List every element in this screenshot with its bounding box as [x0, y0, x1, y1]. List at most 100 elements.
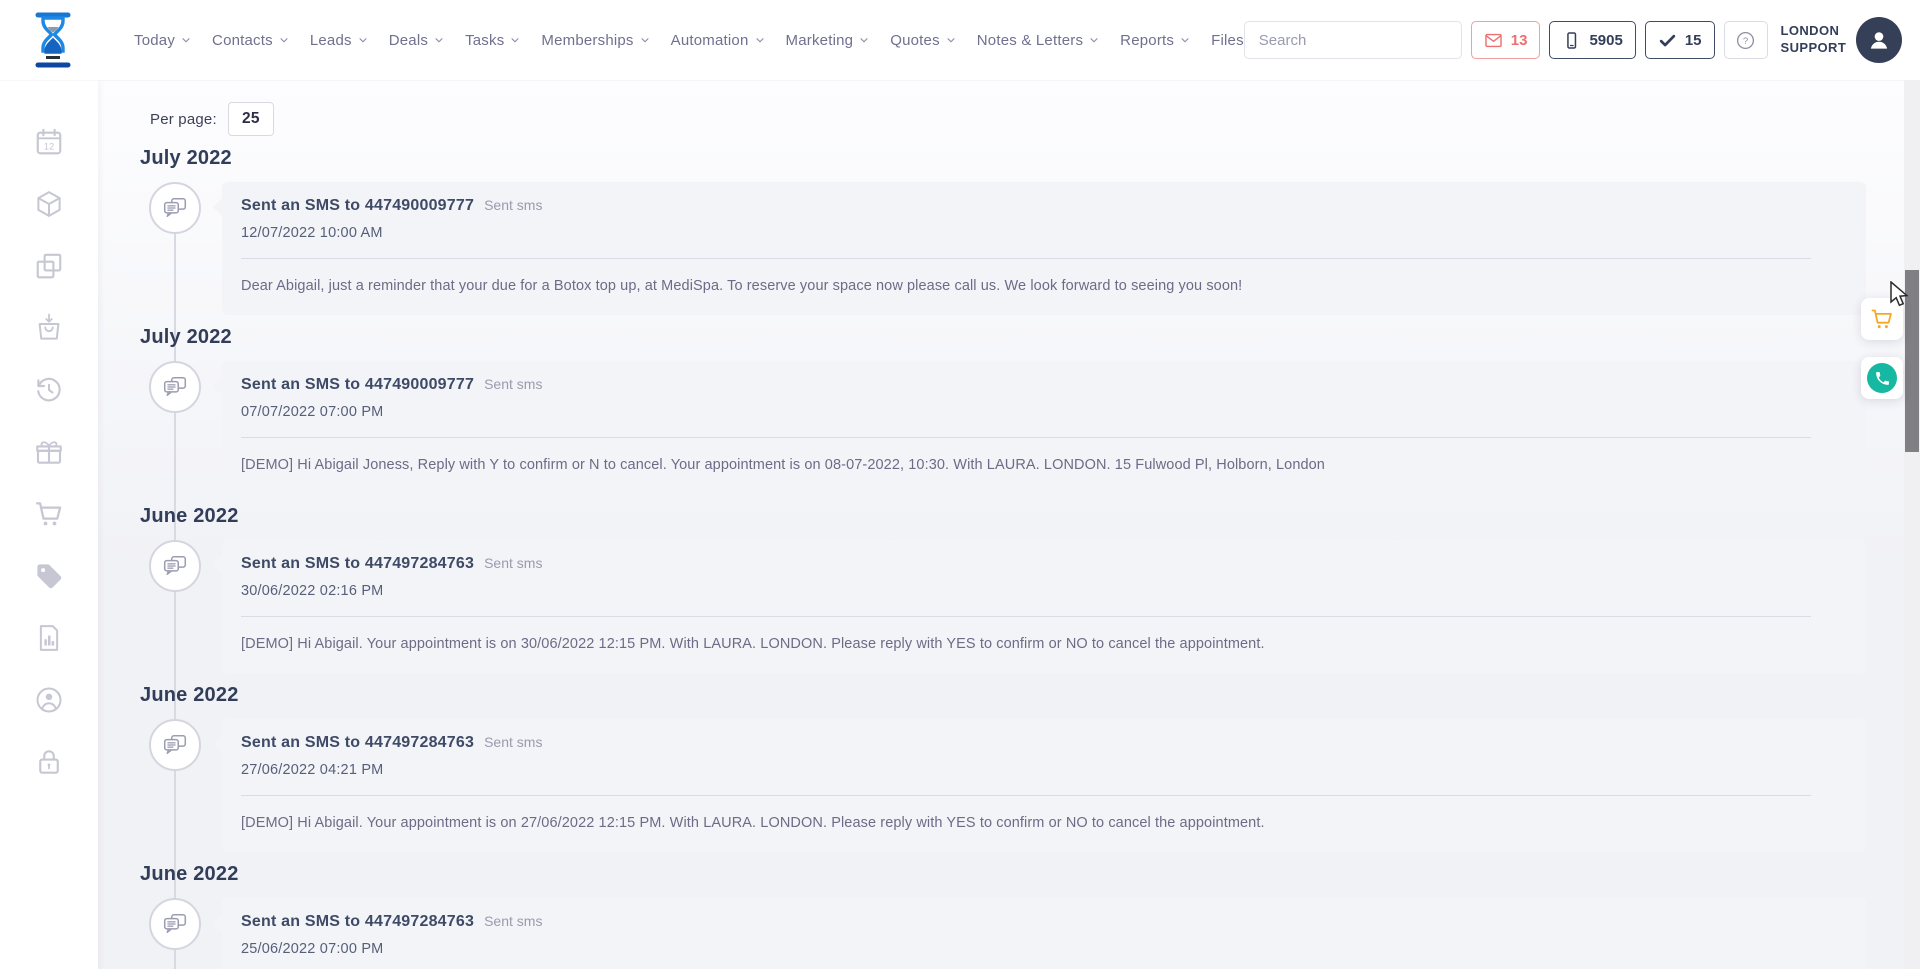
nav-item-label: Tasks	[465, 32, 504, 49]
sidebar-item-report-chart[interactable]	[34, 623, 64, 653]
check-icon	[1658, 31, 1677, 50]
per-page-control: Per page: 25	[150, 102, 1904, 136]
price-tag-icon	[34, 561, 64, 591]
nav-item-files[interactable]: Files	[1211, 32, 1244, 49]
sidebar-item-shopping-bag[interactable]	[34, 313, 64, 343]
nav-item-automation[interactable]: Automation	[671, 32, 766, 49]
search-box	[1244, 21, 1462, 59]
chevron-down-icon	[1088, 34, 1100, 46]
svg-text:12: 12	[44, 142, 54, 152]
month-heading: July 2022	[140, 325, 1904, 349]
nav-item-tasks[interactable]: Tasks	[465, 32, 521, 49]
timeline-group: July 2022 Sent an SMS to 447490009777 Se…	[140, 146, 1904, 315]
chevron-down-icon	[639, 34, 651, 46]
sidebar-item-cart[interactable]	[34, 499, 64, 529]
per-page-select[interactable]: 25	[228, 102, 274, 136]
mail-badge[interactable]: 13	[1471, 21, 1541, 59]
envelope-icon	[1484, 31, 1503, 50]
user-menu[interactable]: LONDON SUPPORT	[1781, 17, 1903, 63]
sidebar-item-history[interactable]	[34, 375, 64, 405]
activity-timeline: July 2022 Sent an SMS to 447490009777 Se…	[140, 146, 1904, 969]
sidebar-item-package-cube[interactable]	[34, 189, 64, 219]
event-title: Sent an SMS to 447497284763	[241, 733, 474, 753]
chevron-down-icon	[278, 34, 290, 46]
question-circle-icon: ?	[1735, 30, 1756, 51]
search-input[interactable]	[1245, 22, 1472, 58]
person-icon	[1866, 27, 1892, 53]
lock-icon	[34, 747, 64, 777]
sidebar-item-gift[interactable]	[34, 437, 64, 467]
sms-event-card[interactable]: Sent an SMS to 447497284763 Sent sms 27/…	[222, 719, 1866, 852]
sidebar-item-copy-squares[interactable]	[34, 251, 64, 281]
help-button[interactable]: ?	[1724, 21, 1768, 59]
floating-phone-button[interactable]	[1861, 357, 1903, 399]
chevron-down-icon	[509, 34, 521, 46]
event-type-label: Sent sms	[484, 553, 542, 573]
nav-item-label: Automation	[671, 32, 749, 49]
chevron-down-icon	[357, 34, 369, 46]
nav-item-memberships[interactable]: Memberships	[541, 32, 650, 49]
shopping-bag-icon	[34, 313, 64, 343]
nav-item-label: Deals	[389, 32, 428, 49]
floating-cart-button[interactable]	[1861, 298, 1903, 340]
nav-item-label: Contacts	[212, 32, 273, 49]
calendar-icon: 12	[34, 127, 64, 157]
sms-event-card[interactable]: Sent an SMS to 447497284763 Sent sms 30/…	[222, 540, 1866, 673]
sms-message-text: [DEMO] Hi Abigail. Your appointment is o…	[241, 635, 1866, 653]
sidebar-item-lock[interactable]	[34, 747, 64, 777]
sidebar-item-price-tag[interactable]	[34, 561, 64, 591]
nav-item-label: Memberships	[541, 32, 633, 49]
sms-event-card[interactable]: Sent an SMS to 447490009777 Sent sms 07/…	[222, 361, 1866, 494]
nav-item-notes-letters[interactable]: Notes & Letters	[977, 32, 1100, 49]
event-title: Sent an SMS to 447490009777	[241, 375, 474, 395]
sms-event-node	[149, 361, 201, 413]
nav-item-marketing[interactable]: Marketing	[786, 32, 871, 49]
nav-item-label: Files	[1211, 32, 1244, 49]
sms-event-node	[149, 182, 201, 234]
sms-bubbles-icon	[162, 911, 188, 937]
event-title: Sent an SMS to 447490009777	[241, 196, 474, 216]
card-divider	[241, 258, 1811, 259]
tasks-check-badge[interactable]: 15	[1645, 21, 1715, 59]
sidebar-item-calendar[interactable]: 12	[34, 127, 64, 157]
event-title: Sent an SMS to 447497284763	[241, 912, 474, 932]
event-datetime: 30/06/2022 02:16 PM	[241, 582, 1866, 600]
nav-item-reports[interactable]: Reports	[1120, 32, 1191, 49]
sms-message-text: [DEMO] Hi Abigail. Your appointment is o…	[241, 814, 1866, 832]
mail-badge-count: 13	[1511, 32, 1528, 49]
nav-item-today[interactable]: Today	[134, 32, 192, 49]
event-datetime: 27/06/2022 04:21 PM	[241, 761, 1866, 779]
event-datetime: 12/07/2022 10:00 AM	[241, 224, 1866, 242]
nav-item-label: Quotes	[890, 32, 940, 49]
nav-item-leads[interactable]: Leads	[310, 32, 369, 49]
user-name: LONDON SUPPORT	[1781, 23, 1847, 57]
sms-message-text: Dear Abigail, just a reminder that your …	[241, 277, 1866, 295]
month-heading: June 2022	[140, 683, 1904, 707]
nav-item-contacts[interactable]: Contacts	[212, 32, 290, 49]
nav-item-label: Today	[134, 32, 175, 49]
sms-event-card[interactable]: Sent an SMS to 447490009777 Sent sms 12/…	[222, 182, 1866, 315]
vertical-scrollbar[interactable]	[1904, 80, 1920, 969]
app-logo-hourglass-icon[interactable]	[34, 12, 72, 68]
header-right: 13 5905 15 ? LONDON SUPPORT	[1244, 17, 1920, 63]
sms-bubbles-icon	[162, 374, 188, 400]
sms-badge[interactable]: 5905	[1549, 21, 1635, 59]
main-nav: Today Contacts Leads Deals Tasks Memberships A…	[134, 32, 1244, 49]
phone-call-icon	[1874, 370, 1891, 387]
cart-icon	[1870, 307, 1894, 331]
sms-event-card[interactable]: Sent an SMS to 447497284763 Sent sms 25/…	[222, 898, 1866, 969]
chevron-down-icon	[180, 34, 192, 46]
avatar[interactable]	[1856, 17, 1902, 63]
timeline-group: June 2022 Sent an SMS to 447497284763 Se…	[140, 683, 1904, 852]
per-page-label: Per page:	[150, 111, 217, 128]
nav-item-deals[interactable]: Deals	[389, 32, 445, 49]
sms-badge-count: 5905	[1589, 32, 1622, 49]
nav-item-label: Notes & Letters	[977, 32, 1083, 49]
package-cube-icon	[34, 189, 64, 219]
chevron-down-icon	[433, 34, 445, 46]
nav-item-label: Reports	[1120, 32, 1174, 49]
sidebar-item-account-circle[interactable]	[34, 685, 64, 715]
nav-item-quotes[interactable]: Quotes	[890, 32, 957, 49]
phone-circle	[1867, 363, 1897, 393]
scrollbar-thumb[interactable]	[1905, 270, 1919, 452]
